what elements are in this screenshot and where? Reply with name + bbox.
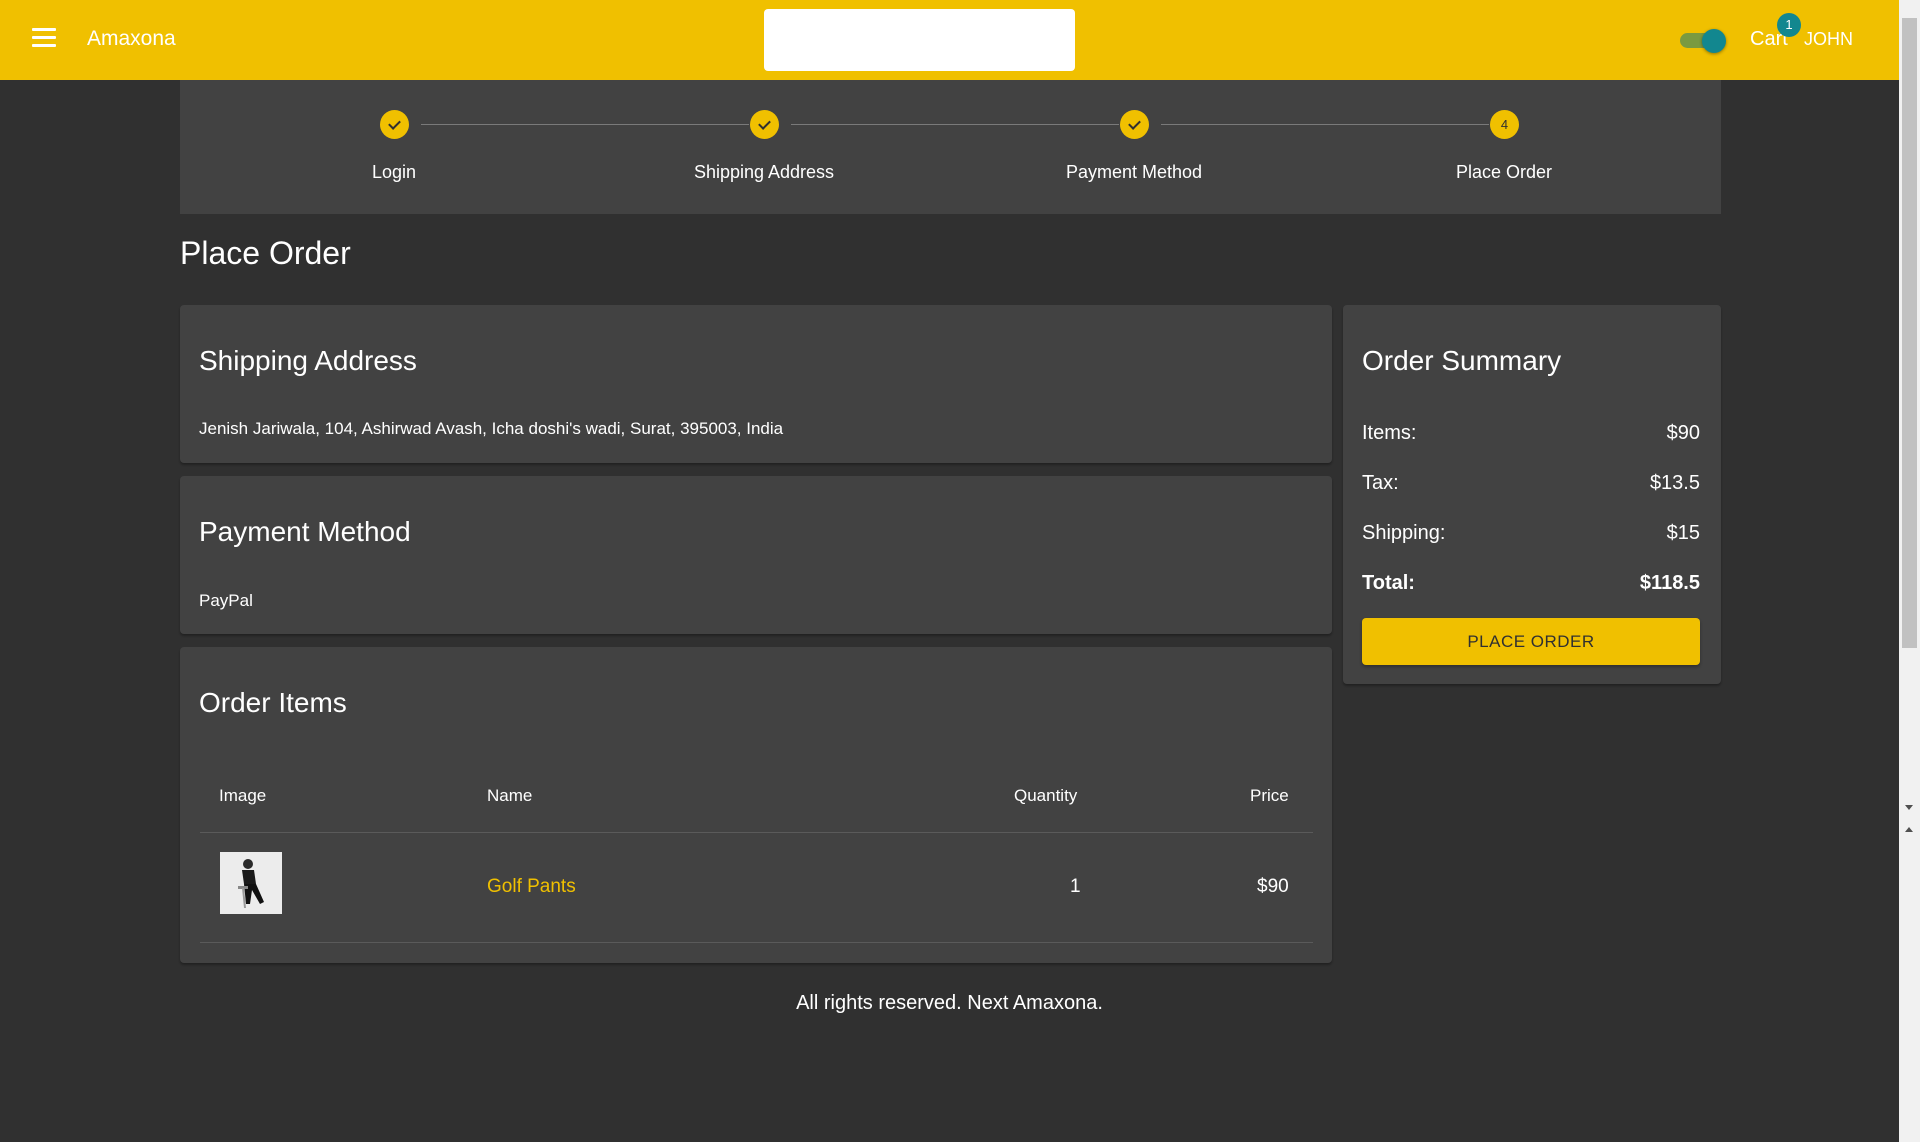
payment-method-text: PayPal: [199, 591, 253, 610]
summary-tax-row: Tax: $13.5: [1362, 472, 1700, 495]
footer-text: All rights reserved. Next Amaxona.: [796, 992, 1103, 1014]
step-active-number-icon: 4: [1490, 110, 1519, 139]
table-header-divider: [200, 832, 1313, 833]
summary-total-label: Total:: [1362, 572, 1415, 594]
order-items-heading: Order Items: [199, 687, 347, 718]
toggle-thumb: [1702, 29, 1726, 53]
step-label-shipping-address: Shipping Address: [693, 162, 835, 182]
summary-total-row: Total: $118.5: [1362, 572, 1700, 595]
summary-tax-label: Tax:: [1362, 472, 1399, 494]
summary-total-value: $118.5: [1639, 572, 1700, 594]
stepper-connector: [421, 124, 749, 125]
shipping-address-text: Jenish Jariwala, 104, Ashirwad Avash, Ic…: [199, 419, 784, 438]
step-completed-check-icon: [750, 110, 779, 139]
search-input[interactable]: [764, 9, 1075, 71]
step-label-payment-method: Payment Method: [1065, 162, 1203, 182]
column-header-quantity: Quantity: [1014, 786, 1078, 805]
summary-shipping-label: Shipping:: [1362, 522, 1446, 544]
product-price: $90: [1257, 876, 1289, 897]
dark-mode-toggle[interactable]: [1680, 29, 1728, 53]
step-completed-check-icon: [1120, 110, 1149, 139]
summary-tax-value: $13.5: [1649, 472, 1700, 494]
product-name-link[interactable]: Golf Pants: [487, 876, 576, 898]
product-thumbnail-image[interactable]: [220, 852, 282, 914]
column-header-price: Price: [1250, 786, 1289, 805]
column-header-image: Image: [219, 786, 267, 805]
checkout-stepper: [180, 80, 1721, 214]
shipping-address-heading: Shipping Address: [199, 345, 417, 376]
summary-shipping-value: $15: [1666, 522, 1700, 544]
scroll-up-arrow-icon[interactable]: [1905, 827, 1913, 832]
summary-items-label: Items:: [1362, 422, 1417, 444]
user-menu-button[interactable]: JOHN: [1804, 29, 1853, 50]
step-label-place-order: Place Order: [1455, 162, 1553, 182]
payment-method-card: Payment Method PayPal: [180, 476, 1332, 634]
product-quantity: 1: [1070, 876, 1081, 897]
table-row-divider: [200, 942, 1313, 943]
stepper-connector: [1161, 124, 1489, 125]
order-items-card: Order Items: [180, 647, 1332, 963]
brand-link[interactable]: Amaxona: [87, 27, 176, 51]
column-header-name: Name: [487, 786, 533, 805]
app-bar: Amaxona Cart 1 JOHN: [0, 0, 1899, 80]
summary-items-value: $90: [1666, 422, 1700, 444]
step-completed-check-icon: [380, 110, 409, 139]
menu-icon[interactable]: [30, 28, 58, 52]
summary-shipping-row: Shipping: $15: [1362, 522, 1700, 545]
place-order-button[interactable]: PLACE ORDER: [1362, 618, 1700, 665]
page-scrollbar[interactable]: [1899, 0, 1920, 1142]
order-summary-heading: Order Summary: [1362, 345, 1562, 376]
scroll-down-arrow-icon[interactable]: [1905, 805, 1913, 810]
stepper-connector: [791, 124, 1119, 125]
shipping-address-card: Shipping Address Jenish Jariwala, 104, A…: [180, 305, 1332, 463]
scrollbar-thumb[interactable]: [1902, 18, 1917, 648]
page-title: Place Order: [180, 235, 351, 271]
payment-method-heading: Payment Method: [199, 516, 411, 547]
cart-count-badge: 1: [1777, 13, 1801, 37]
step-label-login: Login: [371, 162, 417, 182]
summary-items-row: Items: $90: [1362, 422, 1700, 445]
